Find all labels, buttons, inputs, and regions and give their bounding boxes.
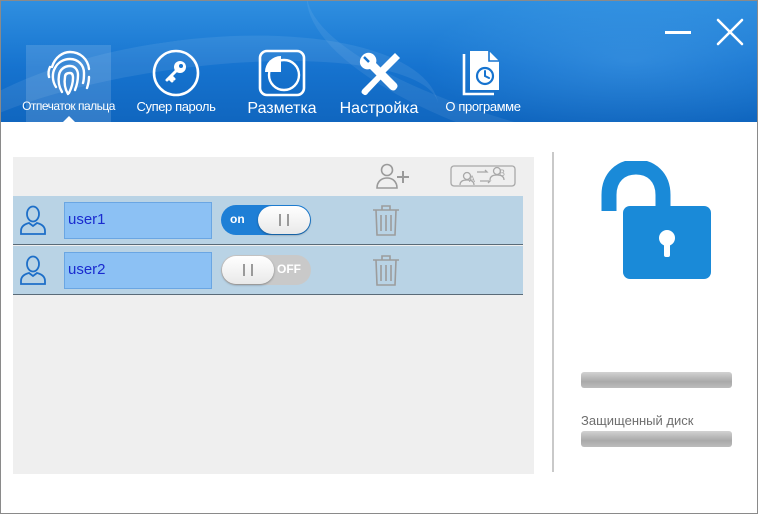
key-icon	[146, 45, 206, 101]
nav-tab-settings[interactable]: Настройка	[337, 45, 421, 122]
protected-disk-bar	[581, 431, 732, 447]
app-window: Отпечаток пальца Супер пароль Разметка Н…	[0, 0, 758, 514]
svg-text:A: A	[469, 174, 475, 184]
user-list-panel: A B user1 on user2 OFF	[13, 157, 534, 474]
user-name-field[interactable]: user2	[64, 252, 212, 289]
nav-tab-label: Настройка	[339, 100, 419, 117]
nav-tab-label: Супер пароль	[136, 99, 216, 114]
user-icon	[20, 205, 46, 235]
toggle-state-label: OFF	[277, 262, 301, 276]
user-row[interactable]: user1 on	[13, 196, 523, 245]
knob-grip-icon	[279, 214, 289, 226]
nav-tab-label: О программе	[445, 99, 521, 114]
svg-text:B: B	[499, 168, 505, 178]
unlocked-padlock-icon[interactable]	[593, 161, 715, 281]
partition-pie-icon	[252, 45, 312, 101]
about-document-icon	[453, 45, 513, 101]
user-enable-toggle[interactable]: on	[221, 205, 311, 235]
nav-tab-fingerprint[interactable]: Отпечаток пальца	[22, 45, 115, 122]
toggle-state-label: on	[230, 212, 245, 226]
nav-tab-label: Отпечаток пальца	[22, 99, 115, 113]
main-navigation: Отпечаток пальца Супер пароль Разметка Н…	[1, 45, 561, 122]
user-row[interactable]: user2 OFF	[13, 246, 523, 295]
knob-grip-icon	[243, 264, 253, 276]
add-user-icon	[376, 163, 409, 189]
user-icon	[20, 255, 46, 285]
add-user-button[interactable]	[375, 162, 411, 190]
status-bar	[581, 372, 732, 388]
user-toolbar: A B	[13, 157, 534, 195]
nav-tab-super-password[interactable]: Супер пароль	[134, 45, 218, 122]
swap-users-icon: A B	[450, 165, 516, 187]
trash-icon[interactable]	[370, 203, 402, 237]
panel-divider	[552, 152, 554, 472]
toggle-knob[interactable]	[258, 206, 310, 234]
protected-disk-label: Защищенный диск	[581, 413, 694, 428]
nav-tab-label: Разметка	[247, 100, 317, 117]
close-icon	[716, 18, 744, 46]
nav-tab-partition[interactable]: Разметка	[241, 45, 323, 122]
fingerprint-icon	[39, 45, 99, 101]
header-bar: Отпечаток пальца Супер пароль Разметка Н…	[1, 1, 757, 122]
nav-tab-about[interactable]: О программе	[442, 45, 524, 122]
swap-users-button[interactable]: A B	[450, 162, 516, 190]
minimize-button[interactable]	[661, 15, 695, 49]
user-enable-toggle[interactable]: OFF	[221, 255, 311, 285]
close-button[interactable]	[713, 15, 747, 49]
toggle-knob[interactable]	[222, 256, 274, 284]
trash-icon[interactable]	[370, 253, 402, 287]
tools-icon	[349, 45, 409, 101]
minimize-icon	[665, 31, 691, 34]
user-name-field[interactable]: user1	[64, 202, 212, 239]
